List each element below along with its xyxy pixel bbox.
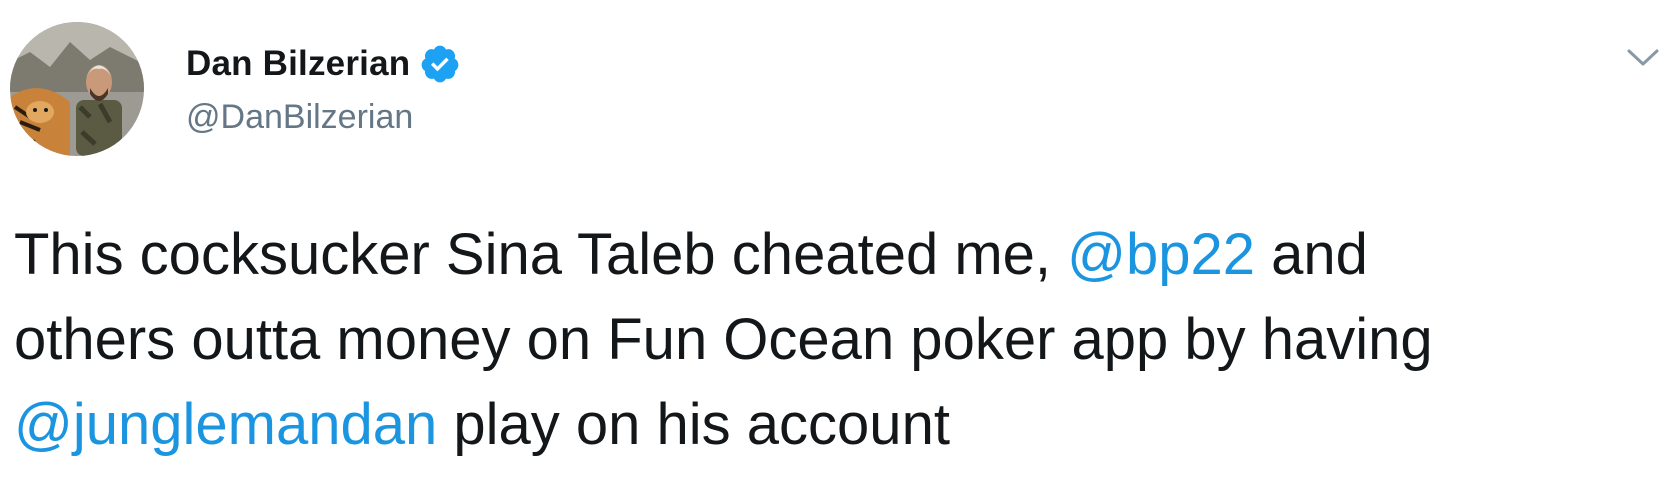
tweet-text-line: others outta money on Fun Ocean poker ap…: [14, 297, 1664, 382]
author-display-name[interactable]: Dan Bilzerian: [186, 44, 410, 84]
tweet-text-segment: play on his account: [437, 392, 950, 457]
tweet-text-line: This cocksucker Sina Taleb cheated me, @…: [14, 212, 1664, 297]
avatar[interactable]: [10, 22, 144, 156]
verified-badge-icon: [419, 43, 461, 85]
avatar-image: [10, 22, 144, 156]
tweet-card: Dan Bilzerian @DanBilzerian This cocksuc…: [0, 0, 1678, 498]
tweet-text-segment: others outta money on Fun Ocean poker ap…: [14, 307, 1433, 372]
mention-link[interactable]: @bp22: [1067, 222, 1255, 287]
author-handle[interactable]: @DanBilzerian: [186, 98, 413, 137]
tweet-text-segment: and: [1255, 222, 1368, 287]
tweet-text-line: @junglemandan play on his account: [14, 382, 1664, 467]
author-name-row: Dan Bilzerian: [186, 42, 461, 86]
mention-link[interactable]: @junglemandan: [14, 392, 437, 457]
chevron-down-icon[interactable]: [1626, 46, 1660, 70]
tweet-text-segment: This cocksucker Sina Taleb cheated me,: [14, 222, 1068, 287]
tweet-text: This cocksucker Sina Taleb cheated me, @…: [14, 212, 1664, 467]
